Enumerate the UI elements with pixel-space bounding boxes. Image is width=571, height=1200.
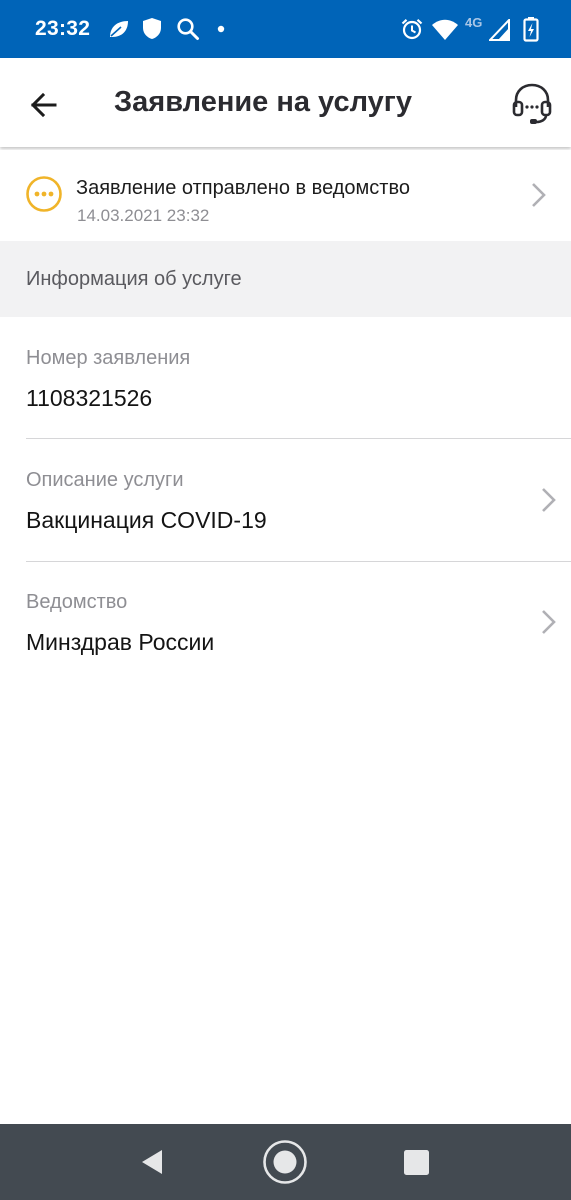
arrow-left-icon	[30, 92, 57, 118]
battery-charging-icon	[523, 17, 539, 42]
app-bar: Заявление на услугу	[0, 58, 571, 147]
dot-icon	[217, 25, 225, 33]
support-button[interactable]	[508, 80, 556, 128]
alarm-icon	[401, 18, 423, 40]
signal-icon	[489, 19, 510, 41]
wifi-icon	[432, 19, 458, 40]
status-time: 23:32	[35, 17, 91, 40]
leaf-icon	[110, 21, 128, 37]
nav-recents-icon[interactable]	[403, 1149, 430, 1176]
nav-back-icon[interactable]	[139, 1148, 165, 1176]
field-label: Ведомство	[26, 591, 128, 613]
field-value: Вакцинация COVID-19	[26, 507, 267, 533]
application-status-row[interactable]: Заявление отправлено в ведомство 14.03.2…	[0, 150, 571, 241]
field-value: 1108321526	[26, 385, 153, 411]
field-value: Минздрав России	[26, 629, 215, 655]
chevron-right-icon	[532, 183, 546, 207]
chevron-right-icon	[542, 488, 556, 512]
application-status-date: 14.03.2021 23:32	[77, 206, 210, 225]
service-description-field[interactable]: Описание услуги Вакцинация COVID-19	[0, 439, 571, 561]
search-icon	[177, 18, 199, 40]
section-header: Информация об услуге	[0, 241, 571, 317]
department-field[interactable]: Ведомство Минздрав России	[0, 561, 571, 683]
field-label: Описание услуги	[26, 469, 184, 491]
application-number-field: Номер заявления 1108321526	[0, 317, 571, 439]
system-nav-bar	[0, 1124, 571, 1200]
page-title: Заявление на услугу	[114, 86, 412, 118]
back-button[interactable]	[24, 85, 64, 125]
chevron-right-icon	[542, 610, 556, 634]
shield-icon	[143, 18, 161, 39]
nav-home-icon[interactable]	[262, 1139, 308, 1185]
pending-dots-icon	[26, 176, 62, 212]
application-status-text: Заявление отправлено в ведомство	[76, 177, 410, 199]
status-bar: 23:32 4G	[0, 0, 571, 58]
section-title: Информация об услуге	[26, 268, 242, 290]
field-label: Номер заявления	[26, 347, 191, 369]
headset-icon	[512, 83, 552, 124]
network-type-label: 4G	[465, 15, 483, 30]
